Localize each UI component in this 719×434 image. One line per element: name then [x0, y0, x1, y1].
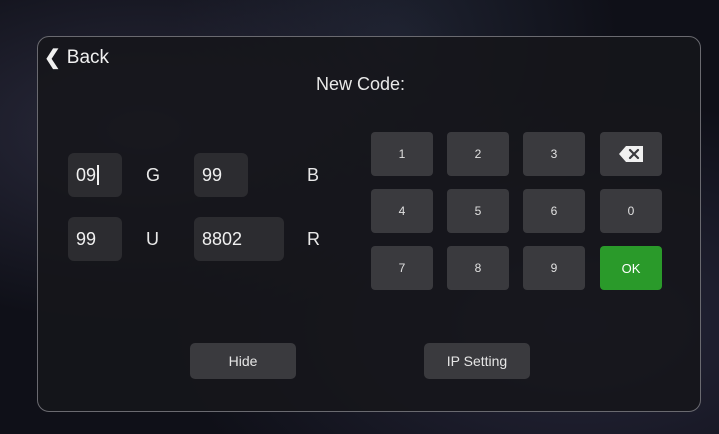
key-backspace[interactable]: [600, 132, 662, 176]
key-0[interactable]: 0: [600, 189, 662, 233]
ok-button[interactable]: OK: [600, 246, 662, 290]
key-5[interactable]: 5: [447, 189, 509, 233]
key-9[interactable]: 9: [523, 246, 585, 290]
back-button[interactable]: ❮ Back: [44, 47, 109, 69]
key-3[interactable]: 3: [523, 132, 585, 176]
label-b: B: [307, 165, 320, 185]
code-field-2[interactable]: 99: [194, 153, 248, 197]
back-label: Back: [66, 47, 110, 68]
key-8[interactable]: 8: [447, 246, 509, 290]
hide-button[interactable]: Hide: [190, 343, 296, 379]
ip-setting-button[interactable]: IP Setting: [424, 343, 530, 379]
label-r: R: [307, 229, 320, 249]
chevron-left-icon: ❮: [44, 47, 61, 69]
code-field-1-value: 09: [76, 164, 97, 185]
key-1[interactable]: 1: [371, 132, 433, 176]
code-field-4-value: 8802: [202, 228, 243, 249]
key-6[interactable]: 6: [523, 189, 585, 233]
text-cursor: [97, 165, 100, 185]
page-title: New Code:: [316, 74, 406, 94]
key-2[interactable]: 2: [447, 132, 509, 176]
key-4[interactable]: 4: [371, 189, 433, 233]
code-field-3-value: 99: [76, 228, 97, 249]
code-field-1[interactable]: 09: [68, 153, 122, 197]
key-7[interactable]: 7: [371, 246, 433, 290]
code-field-3[interactable]: 99: [68, 217, 122, 261]
code-field-2-value: 99: [202, 164, 223, 185]
label-u: U: [146, 229, 159, 249]
label-g: G: [146, 165, 161, 185]
code-field-4[interactable]: 8802: [194, 217, 284, 261]
code-entry-panel: ❮ Back New Code: 09 G 99 B 99 U 8802 R 1…: [37, 36, 701, 412]
backspace-icon: [619, 146, 643, 162]
